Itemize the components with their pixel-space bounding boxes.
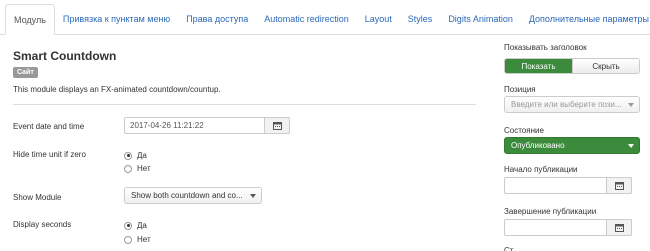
state-value: Опубликовано xyxy=(511,141,565,150)
caret-down-icon xyxy=(628,144,634,148)
hide-time-unit-yes-label: Да xyxy=(137,151,147,160)
module-title: Smart Countdown xyxy=(13,49,117,63)
next-field-label-partial: Ст xyxy=(504,246,514,251)
tab-automatic-redirection[interactable]: Automatic redirection xyxy=(256,4,357,34)
show-title-toggle: Показать Скрыть xyxy=(504,58,640,74)
publish-end-label: Завершение публикации xyxy=(504,207,597,216)
tab-styles[interactable]: Styles xyxy=(400,4,441,34)
radio-checked-icon[interactable] xyxy=(124,221,132,230)
display-seconds-label: Display seconds xyxy=(13,220,72,229)
event-date-label: Event date and time xyxy=(13,122,85,131)
radio-checked-icon[interactable] xyxy=(124,151,132,160)
tab-module[interactable]: Модуль xyxy=(5,4,55,35)
tab-advanced-parameters[interactable]: Дополнительные параметры xyxy=(521,4,650,34)
show-title-label: Показывать заголовок xyxy=(504,43,587,52)
show-module-label: Show Module xyxy=(13,193,62,202)
publish-end-calendar-button[interactable] xyxy=(606,219,632,236)
display-seconds-yes-label: Да xyxy=(137,221,147,230)
tab-digits-animation[interactable]: Digits Animation xyxy=(440,4,521,34)
display-seconds-no-label: Нет xyxy=(137,235,151,244)
publish-start-field[interactable] xyxy=(504,177,632,194)
caret-down-icon xyxy=(250,194,256,198)
publish-start-label: Начало публикации xyxy=(504,165,578,174)
calendar-icon xyxy=(272,121,282,130)
hide-time-unit-yes[interactable]: Да xyxy=(124,151,147,160)
tab-bar: Модуль Привязка к пунктам меню Права дос… xyxy=(0,0,650,35)
calendar-icon xyxy=(614,181,624,190)
state-select[interactable]: Опубликовано xyxy=(504,137,640,154)
display-seconds-yes[interactable]: Да xyxy=(124,221,147,230)
tab-permissions[interactable]: Права доступа xyxy=(178,4,256,34)
calendar-icon xyxy=(614,223,624,232)
state-label: Состояние xyxy=(504,126,544,135)
hide-time-unit-label: Hide time unit if zero xyxy=(13,150,86,159)
event-date-value: 2017-04-26 11:21:22 xyxy=(130,121,204,130)
show-title-show-button[interactable]: Показать xyxy=(505,59,572,73)
event-date-calendar-button[interactable] xyxy=(264,117,290,134)
tab-layout[interactable]: Layout xyxy=(357,4,400,34)
radio-unchecked-icon[interactable] xyxy=(124,235,132,244)
publish-end-field[interactable] xyxy=(504,219,632,236)
publish-start-calendar-button[interactable] xyxy=(606,177,632,194)
module-description: This module displays an FX-animated coun… xyxy=(13,85,221,94)
tab-menu-assignment[interactable]: Привязка к пунктам меню xyxy=(55,4,178,34)
hide-time-unit-no[interactable]: Нет xyxy=(124,164,151,173)
radio-unchecked-icon[interactable] xyxy=(124,164,132,173)
display-seconds-no[interactable]: Нет xyxy=(124,235,151,244)
show-module-value: Show both countdown and co... xyxy=(131,191,243,200)
position-label: Позиция xyxy=(504,85,536,94)
hide-time-unit-no-label: Нет xyxy=(137,164,151,173)
site-badge: Сайт xyxy=(13,67,38,78)
divider xyxy=(13,104,476,105)
position-placeholder: Введите или выберите пози... xyxy=(511,100,622,109)
event-date-field[interactable]: 2017-04-26 11:21:22 xyxy=(124,117,290,134)
position-select[interactable]: Введите или выберите пози... xyxy=(504,96,640,113)
caret-down-icon xyxy=(628,103,634,107)
show-module-select[interactable]: Show both countdown and co... xyxy=(124,187,262,204)
show-title-hide-button[interactable]: Скрыть xyxy=(572,59,639,73)
